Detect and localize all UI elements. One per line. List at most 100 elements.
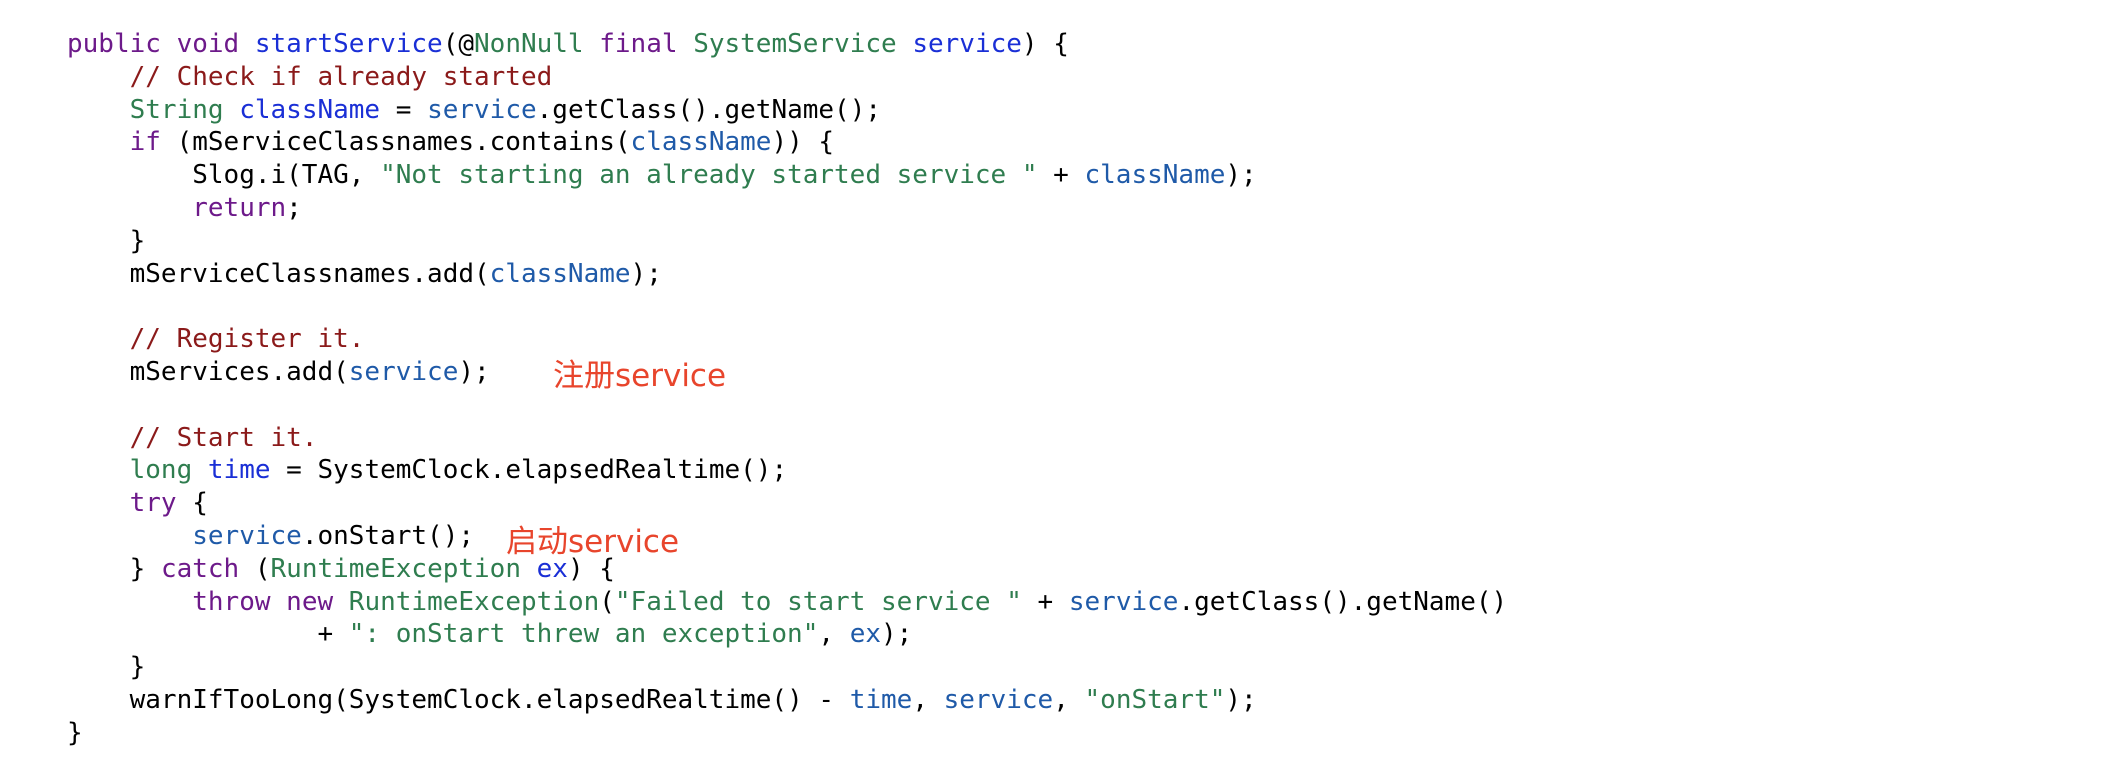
code-token: +: [1021, 586, 1069, 617]
code-line: warnIfTooLong(SystemClock.elapsedRealtim…: [67, 684, 1507, 717]
code-token: // Check if already started: [129, 61, 553, 92]
code-line: public void startService(@NonNull final …: [67, 28, 1507, 61]
code-token: .getClass().getName(): [1178, 586, 1508, 617]
code-line: long time = SystemClock.elapsedRealtime(…: [67, 454, 1507, 487]
code-token: Slog.i(TAG,: [192, 160, 381, 191]
code-token: "Failed to start service ": [614, 586, 1022, 617]
code-line: } catch (RuntimeException ex) {: [67, 553, 1507, 586]
code-token: ": onStart threw an exception": [348, 619, 819, 650]
code-token: return: [192, 192, 287, 223]
code-token: {: [176, 488, 208, 519]
code-line: service.onStart();: [67, 520, 1507, 553]
code-token: time: [207, 455, 271, 486]
code-token: void: [176, 29, 240, 59]
code-token: (: [599, 586, 615, 617]
code-token: (: [239, 553, 271, 584]
code-line: return;: [67, 192, 1507, 225]
code-token: RuntimeException: [270, 553, 521, 584]
code-line: mServices.add(service);: [67, 356, 1507, 389]
code-token: @: [458, 29, 475, 59]
code-token: service: [427, 94, 537, 125]
code-token: +: [1037, 160, 1085, 191]
code-token: time: [849, 684, 913, 715]
code-token: catch: [160, 553, 240, 584]
code-token: service: [912, 29, 1022, 59]
code-line: // Start it.: [67, 422, 1507, 455]
code-token: =: [380, 94, 428, 125]
code-token: mServices.add(: [129, 356, 349, 387]
code-token: );: [881, 619, 913, 650]
code-line: }: [67, 651, 1507, 684]
code-token: warnIfTooLong(SystemClock.elapsedRealtim…: [129, 684, 850, 715]
code-token: (: [442, 29, 459, 59]
code-line: throw new RuntimeException("Failed to st…: [67, 586, 1507, 619]
code-token: ex: [849, 619, 881, 650]
code-token: className: [489, 258, 631, 289]
code-token: public: [67, 29, 161, 59]
code-token: className: [1084, 160, 1226, 191]
code-token: }: [67, 717, 83, 748]
code-token: }: [129, 553, 161, 584]
code-line: // Check if already started: [67, 61, 1507, 94]
code-token: new: [286, 586, 334, 617]
code-token: service: [1068, 586, 1179, 617]
code-token: );: [1225, 160, 1257, 191]
code-line: try {: [67, 487, 1507, 520]
code-token: .onStart();: [301, 520, 474, 551]
code-token: if: [129, 127, 161, 158]
code-token: );: [630, 258, 662, 289]
code-line: mServiceClassnames.add(className);: [67, 258, 1507, 291]
code-line: String className = service.getClass().ge…: [67, 94, 1507, 127]
code-token: throw: [192, 586, 271, 617]
code-line: if (mServiceClassnames.contains(classNam…: [67, 126, 1507, 159]
code-token: );: [458, 356, 490, 387]
code-token: service: [348, 356, 459, 387]
code-token: ;: [286, 192, 302, 223]
code-token: ,: [912, 684, 944, 715]
code-token: +: [317, 619, 349, 650]
code-token: = SystemClock.elapsedRealtime();: [270, 455, 788, 486]
code-token: final: [599, 29, 678, 59]
annotation-register-service: 注册service: [553, 358, 727, 394]
screenshot-canvas: public void startService(@NonNull final …: [0, 0, 2122, 774]
code-token: service: [192, 520, 302, 551]
code-token: NonNull: [474, 29, 584, 59]
code-token: String: [129, 94, 224, 125]
code-token: );: [1225, 684, 1257, 715]
code-line: }: [67, 717, 1507, 750]
code-token: RuntimeException: [348, 586, 600, 617]
code-token: className: [630, 127, 772, 158]
code-token: try: [129, 488, 177, 519]
code-line: }: [67, 225, 1507, 258]
code-token: SystemService: [693, 29, 897, 59]
code-token: )) {: [771, 127, 835, 158]
code-line: Slog.i(TAG, "Not starting an already sta…: [67, 159, 1507, 192]
code-token: "Not starting an already started service…: [380, 160, 1038, 191]
